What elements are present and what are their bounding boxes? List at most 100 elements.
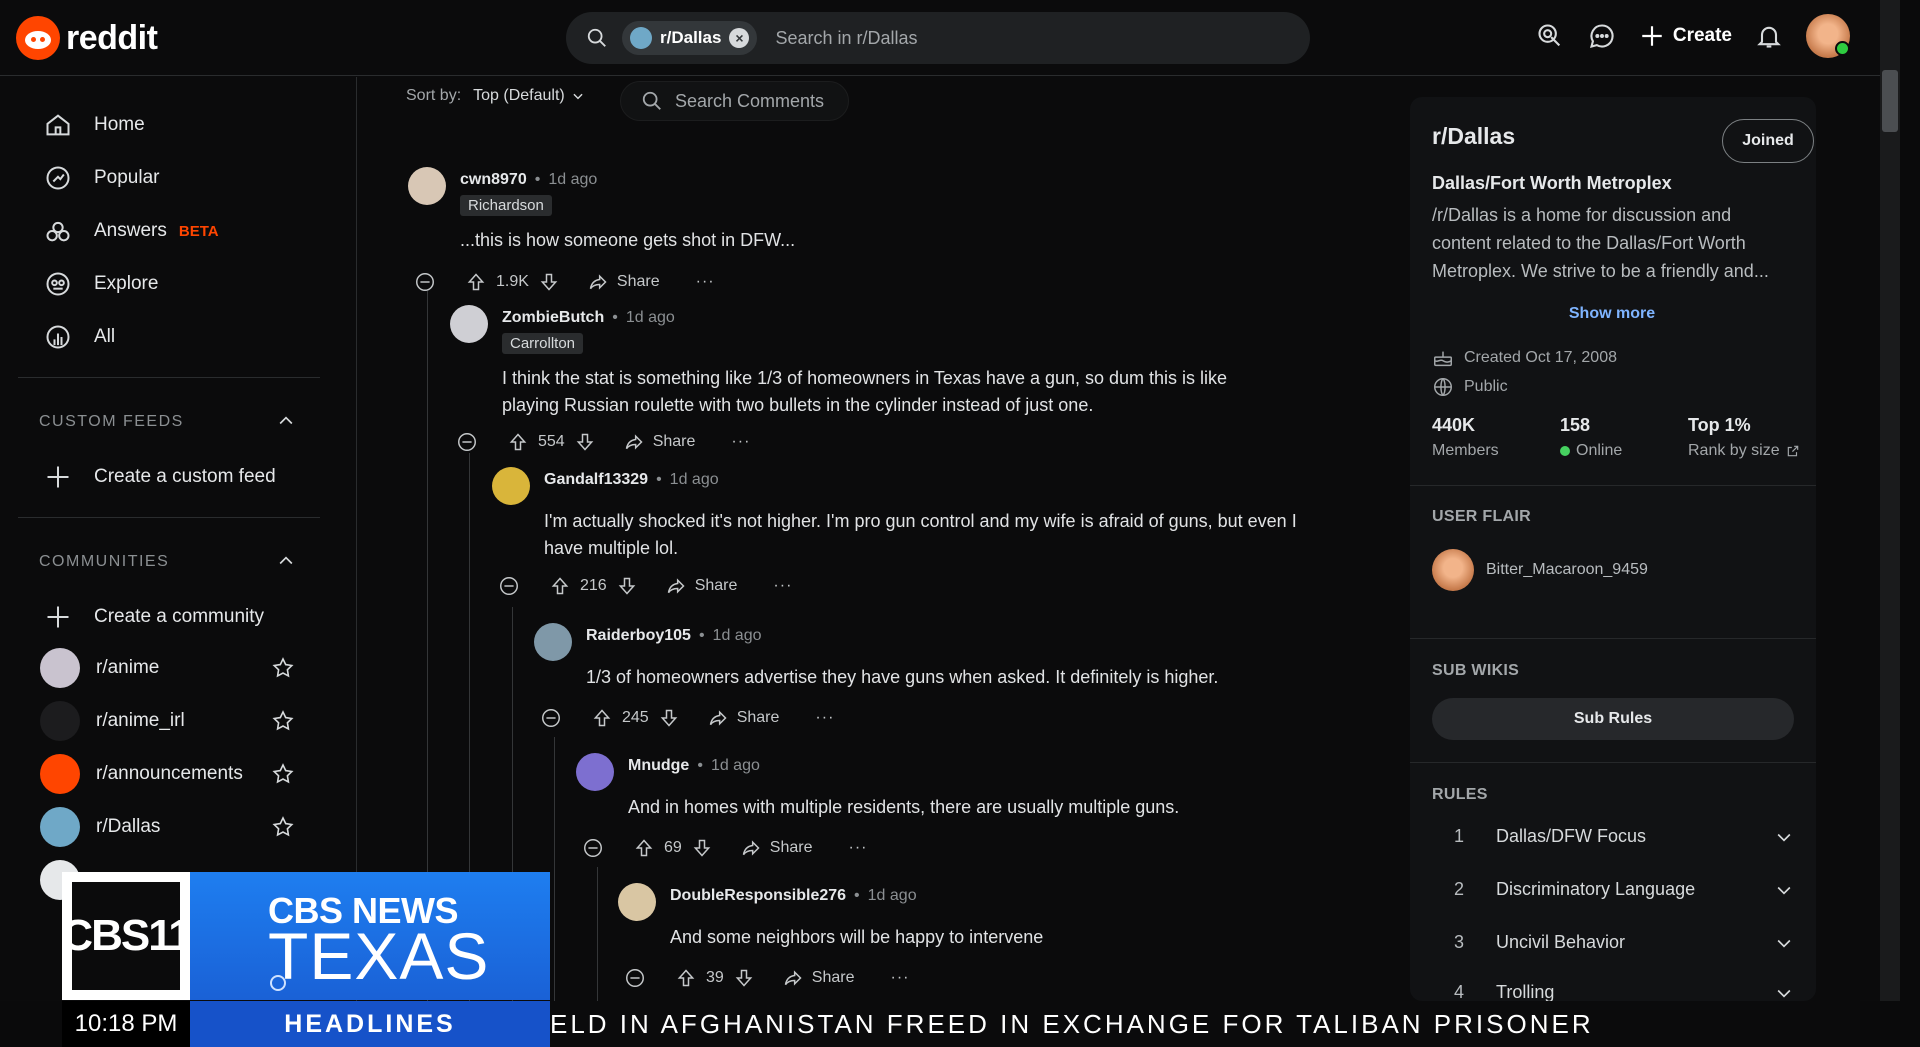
collapse-icon[interactable]: [582, 837, 604, 859]
more-options-icon[interactable]: ···: [891, 969, 910, 987]
comment: Raiderboy105 • 1d ago 1/3 of homeowners …: [534, 623, 1384, 743]
nav-all[interactable]: All: [44, 323, 115, 351]
sidebar-community-dallas[interactable]: r/Dallas: [40, 807, 295, 847]
comment-avatar[interactable]: [408, 167, 446, 205]
more-options-icon[interactable]: ···: [773, 577, 792, 595]
create-community[interactable]: Create a community: [44, 603, 264, 631]
joined-button[interactable]: Joined: [1722, 119, 1814, 163]
collapse-icon[interactable]: [456, 431, 478, 453]
beta-badge: BETA: [178, 222, 219, 240]
rule-item[interactable]: 3 Uncivil Behavior: [1454, 932, 1794, 953]
search-comments-button[interactable]: Search Comments: [620, 81, 850, 121]
upvote-icon[interactable]: [550, 576, 570, 596]
comment-username[interactable]: Raiderboy105: [586, 627, 691, 645]
sidebar-community-anime[interactable]: r/anime: [40, 648, 295, 688]
upvote-icon[interactable]: [676, 968, 696, 988]
more-options-icon[interactable]: ···: [696, 273, 715, 291]
comment-avatar[interactable]: [492, 467, 530, 505]
share-button[interactable]: Share: [707, 708, 779, 728]
star-icon[interactable]: [271, 656, 295, 680]
comment-avatar[interactable]: [450, 305, 488, 343]
chevron-up-icon[interactable]: [276, 551, 296, 571]
search-bar[interactable]: r/Dallas ×: [566, 12, 1310, 64]
cbs11-logo-text: CBS11: [61, 882, 193, 990]
globe-icon: [1434, 378, 1452, 396]
search-scope-chip[interactable]: r/Dallas ×: [622, 21, 758, 55]
comment-username[interactable]: Mnudge: [628, 757, 689, 775]
community-name: r/announcements: [96, 763, 243, 784]
advertise-icon[interactable]: [1535, 21, 1565, 51]
upvote-icon[interactable]: [508, 432, 528, 452]
reddit-logo[interactable]: reddit: [16, 16, 158, 60]
create-custom-feed-label: Create a custom feed: [94, 466, 276, 487]
comment-avatar[interactable]: [534, 623, 572, 661]
notifications-bell-icon[interactable]: [1754, 21, 1784, 51]
chat-icon[interactable]: [1587, 21, 1617, 51]
page-scrollbar[interactable]: [1880, 0, 1900, 1001]
search-comments-label: Search Comments: [675, 90, 825, 111]
vote-count: 39: [706, 969, 724, 986]
more-options-icon[interactable]: ···: [815, 709, 834, 727]
comment-username[interactable]: cwn8970: [460, 171, 527, 189]
more-options-icon[interactable]: ···: [849, 839, 868, 857]
sidebar-community-anime-irl[interactable]: r/anime_irl: [40, 701, 295, 741]
collapse-icon[interactable]: [414, 271, 436, 293]
upvote-icon[interactable]: [466, 272, 486, 292]
subreddit-name[interactable]: r/Dallas: [1432, 123, 1515, 150]
comment-username[interactable]: Gandalf13329: [544, 471, 648, 489]
rule-item[interactable]: 4 Trolling: [1454, 982, 1794, 1001]
collapse-icon[interactable]: [624, 967, 646, 989]
sub-rules-button[interactable]: Sub Rules: [1432, 698, 1794, 740]
user-flair-row[interactable]: Bitter_Macaroon_9459: [1432, 549, 1648, 591]
star-icon[interactable]: [271, 762, 295, 786]
chevron-up-icon[interactable]: [276, 411, 296, 431]
comment-username[interactable]: DoubleResponsible276: [670, 887, 846, 905]
downvote-icon[interactable]: [734, 968, 754, 988]
search-input[interactable]: [775, 27, 1236, 49]
rule-label: Trolling: [1496, 982, 1555, 1001]
downvote-icon[interactable]: [575, 432, 595, 452]
user-avatar[interactable]: [1806, 14, 1850, 58]
share-icon: [709, 710, 727, 726]
comment: cwn8970 • 1d ago Richardson ...this is h…: [408, 167, 1308, 291]
stat-online: 158 Online: [1560, 415, 1622, 460]
scrollbar-thumb[interactable]: [1882, 70, 1898, 132]
star-icon[interactable]: [271, 709, 295, 733]
upvote-icon[interactable]: [634, 838, 654, 858]
share-button[interactable]: Share: [782, 968, 855, 988]
vote-controls: 245: [592, 708, 679, 728]
nav-popular[interactable]: Popular: [44, 164, 160, 192]
thread-line: [554, 737, 555, 1001]
sort-dropdown[interactable]: Top (Default): [473, 87, 585, 105]
upvote-icon[interactable]: [592, 708, 612, 728]
share-button[interactable]: Share: [587, 272, 660, 292]
nav-explore[interactable]: Explore: [44, 270, 158, 298]
sub-wikis-heading: SUB WIKIS: [1432, 662, 1520, 679]
clear-scope-icon[interactable]: ×: [729, 28, 750, 48]
share-button[interactable]: Share: [623, 432, 695, 452]
downvote-icon[interactable]: [617, 576, 637, 596]
collapse-icon[interactable]: [498, 575, 520, 597]
downvote-icon[interactable]: [692, 838, 712, 858]
collapse-icon[interactable]: [540, 707, 562, 729]
share-button[interactable]: Share: [665, 576, 737, 596]
share-button[interactable]: Share: [740, 838, 813, 858]
more-options-icon[interactable]: ···: [731, 433, 750, 451]
downvote-icon[interactable]: [659, 708, 679, 728]
rule-item[interactable]: 2 Discriminatory Language: [1454, 879, 1794, 900]
downvote-icon[interactable]: [539, 272, 559, 292]
star-icon[interactable]: [271, 815, 295, 839]
comment-username[interactable]: ZombieButch: [502, 309, 604, 327]
nav-answers-label: Answers: [94, 220, 167, 241]
nav-answers[interactable]: Answers BETA: [44, 217, 219, 245]
nav-home[interactable]: Home: [44, 111, 145, 139]
stat-rank[interactable]: Top 1% Rank by size: [1688, 415, 1800, 460]
show-more-link[interactable]: Show more: [1432, 305, 1792, 323]
create-button[interactable]: Create: [1639, 23, 1732, 49]
nav-explore-label: Explore: [94, 273, 159, 294]
comment-avatar[interactable]: [576, 753, 614, 791]
sidebar-community-announcements[interactable]: r/announcements: [40, 754, 295, 794]
create-custom-feed[interactable]: Create a custom feed: [44, 463, 276, 491]
rule-item[interactable]: 1 Dallas/DFW Focus: [1454, 826, 1794, 847]
comment-avatar[interactable]: [618, 883, 656, 921]
